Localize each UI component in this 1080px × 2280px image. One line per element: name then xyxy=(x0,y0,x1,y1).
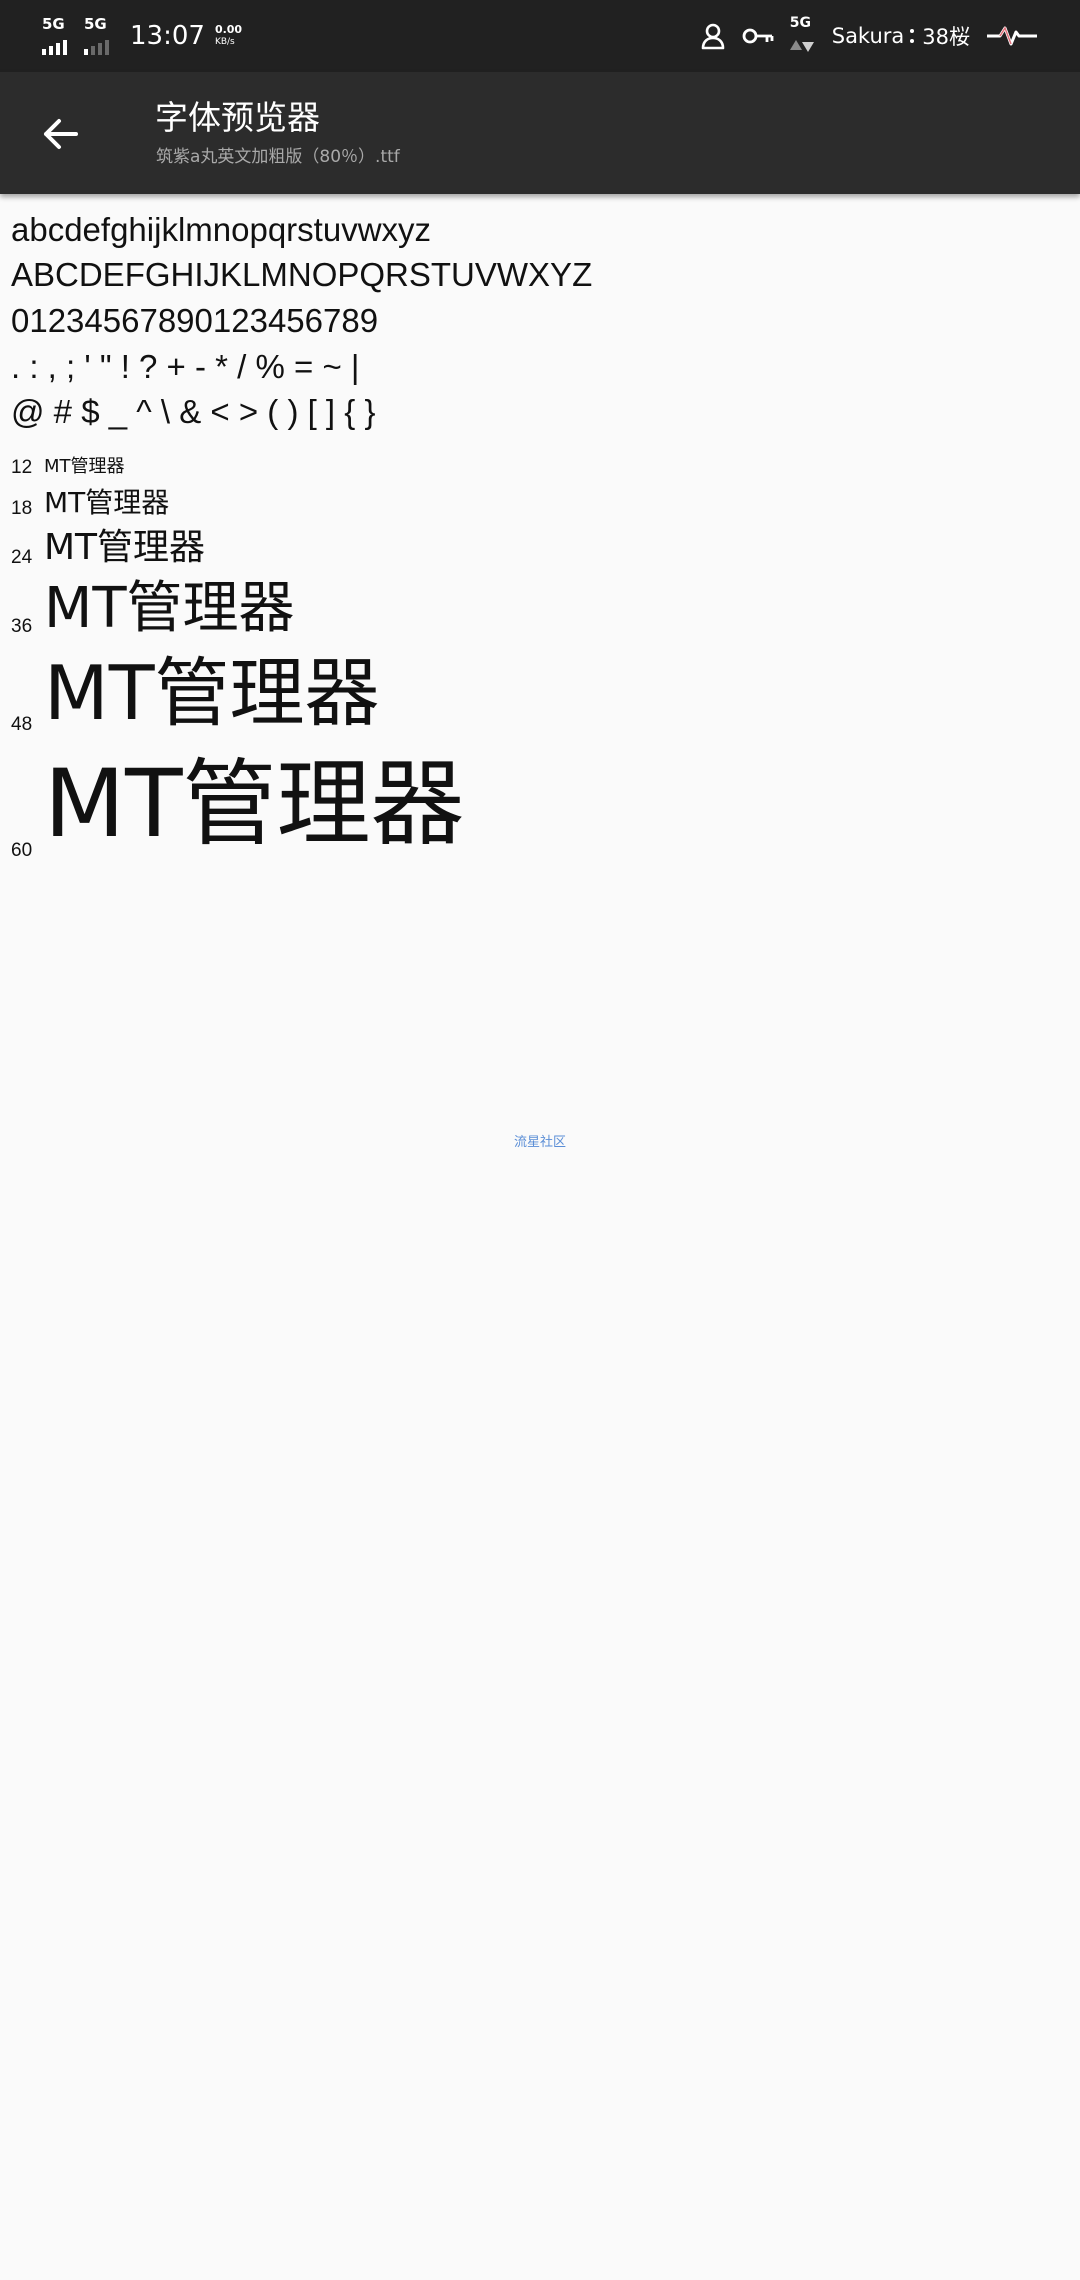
vpn-key-icon xyxy=(742,28,774,44)
charset-symbols: @ # $ _ ^ \ & < > ( ) [ ] { } xyxy=(11,393,376,430)
heartbeat-icon xyxy=(987,26,1037,46)
separator-dots-icon xyxy=(910,26,915,46)
battery-label: 38桜 xyxy=(922,25,970,49)
network-activity-icon: 5G xyxy=(788,13,818,59)
signal-strength-1: 5G xyxy=(42,13,76,59)
person-icon xyxy=(701,23,725,50)
back-button[interactable] xyxy=(20,94,100,174)
size-label: 36 xyxy=(11,616,33,637)
charset-lowercase: abcdefghijklmnopqrstuvwxyz xyxy=(11,211,432,248)
app-bar: 字体预览器 筑紫a丸英文加粗版（80％）.ttf xyxy=(0,72,1080,194)
page-title: 字体预览器 xyxy=(155,98,320,137)
size-label: 12 xyxy=(11,457,33,478)
signal-1-bars-icon xyxy=(42,39,70,55)
network-type-label: 5G xyxy=(789,15,811,31)
charset-uppercase: ABCDEFGHIJKLMNOPQRSTUVWXYZ xyxy=(11,256,593,293)
network-speed-unit: KB/s xyxy=(214,37,235,47)
size-label: 24 xyxy=(11,547,33,568)
signal-1-label: 5G xyxy=(42,15,65,33)
clock: 13:07 xyxy=(130,21,205,51)
signal-2-label: 5G xyxy=(84,15,107,33)
status-bar-left: 5G 5G 13:07 0.00 KB/s xyxy=(42,0,242,72)
status-bar-right: 5G Sakura 38桜 xyxy=(684,0,1038,72)
font-file-name: 筑紫a丸英文加粗版（80％）.ttf xyxy=(156,147,400,167)
community-link[interactable]: 流星社区 xyxy=(0,1131,1080,1150)
size-label: 60 xyxy=(11,840,33,861)
size-sample: MT管理器 xyxy=(44,527,206,568)
signal-2-bars-icon xyxy=(84,39,112,55)
charset-digits: 01234567890123456789 xyxy=(11,302,379,339)
size-sample: MT管理器 xyxy=(44,576,295,641)
carrier-info: Sakura 38桜 xyxy=(832,21,970,51)
size-label: 48 xyxy=(11,714,33,735)
size-label: 18 xyxy=(11,498,33,519)
carrier-name: Sakura xyxy=(831,24,905,48)
size-sample: MT管理器 xyxy=(44,750,465,859)
charset-punctuation: . : , ; ' " ! ? + - * / % = ~ | xyxy=(11,348,360,385)
back-arrow-icon xyxy=(44,119,78,149)
size-sample: MT管理器 xyxy=(44,486,170,519)
size-sample: MT管理器 xyxy=(44,456,125,477)
status-bar: 5G 5G 13:07 0.00 KB/s 5G Sakura 38桜 xyxy=(0,0,1080,72)
network-speed-value: 0.00 xyxy=(214,23,243,36)
signal-strength-2: 5G xyxy=(84,13,118,59)
size-sample: MT管理器 xyxy=(44,649,380,737)
network-speed: 0.00 KB/s xyxy=(215,23,242,49)
